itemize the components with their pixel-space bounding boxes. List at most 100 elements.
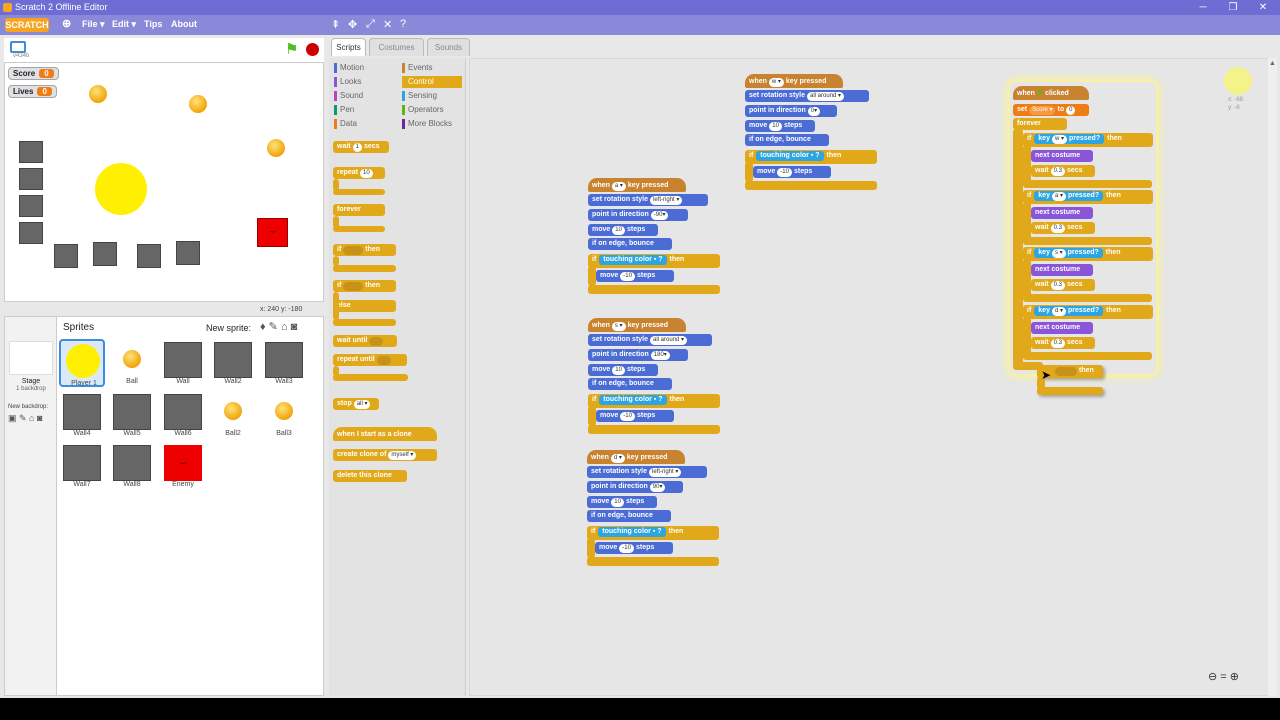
category-looks[interactable]: Looks [334, 76, 398, 88]
if-on-edge-bounce-block[interactable]: if on edge, bounce [588, 238, 672, 250]
zoom-out-icon[interactable]: ⊖ [1208, 671, 1217, 683]
new-sprite-tools-icons[interactable]: ♦ ✎ ⌂ ◙ [260, 320, 297, 333]
palette-repeat-block[interactable]: repeat 10 [333, 167, 385, 179]
category-more-blocks[interactable]: More Blocks [402, 118, 462, 130]
wall-sprite[interactable] [54, 244, 78, 268]
tab-scripts[interactable]: Scripts [331, 38, 366, 56]
set-rotation-style-block[interactable]: set rotation style all around ▾ [588, 334, 712, 346]
when-key-pressed-hat[interactable]: when w ▾ key pressed [745, 74, 843, 88]
category-data[interactable]: Data [334, 118, 398, 130]
category-sound[interactable]: Sound [334, 90, 398, 102]
menu-edit[interactable]: Edit ▾ [112, 19, 136, 30]
forever-block[interactable]: forever [1013, 118, 1067, 130]
move-steps-block[interactable]: move 10 steps [588, 364, 658, 376]
enemy-sprite[interactable]: ⌣ [257, 218, 288, 247]
scratch-logo[interactable]: SCRATCH [5, 18, 49, 32]
maximize-button[interactable]: ❐ [1218, 0, 1248, 15]
if-on-edge-bounce-block[interactable]: if on edge, bounce [745, 134, 829, 146]
green-flag-icon[interactable]: ⚑ [285, 40, 298, 58]
move-steps-block[interactable]: move -10 steps [596, 270, 674, 282]
when-key-pressed-hat[interactable]: when a ▾ key pressed [588, 178, 686, 192]
stop-sign-icon[interactable] [306, 43, 319, 56]
sprite-tile-enemy[interactable]: ⌣ Enemy [160, 442, 206, 490]
set-variable-block[interactable]: set Score ▾ to 0 [1013, 104, 1089, 116]
point-in-direction-block[interactable]: point in direction -90▾ [588, 209, 688, 221]
zoom-reset-icon[interactable]: = [1220, 671, 1226, 683]
sprite-tile-wall3[interactable]: Wall3 [261, 339, 307, 387]
wall-sprite[interactable] [19, 195, 43, 217]
category-operators[interactable]: Operators [402, 104, 462, 116]
palette-wait-block[interactable]: wait 1 secs [333, 141, 389, 153]
when-flag-clicked-hat[interactable]: when ⚑ clicked [1013, 86, 1089, 100]
sprite-tile-wall4[interactable]: Wall4 [59, 391, 105, 439]
fullscreen-icon[interactable] [10, 41, 26, 53]
move-steps-block[interactable]: move 10 steps [745, 120, 815, 132]
sprite-tile-wall8[interactable]: Wall8 [109, 442, 155, 490]
palette-if-else-block[interactable]: if then [333, 280, 396, 292]
sprite-tile-wall[interactable]: Wall [160, 339, 206, 387]
if-touching-color-block[interactable]: if touching color ▪ ? then [588, 254, 720, 268]
palette-create-clone-block[interactable]: create clone of myself ▾ [333, 449, 437, 461]
cut-icon[interactable]: ✥ [348, 18, 357, 31]
help-icon[interactable]: ? [400, 18, 406, 30]
if-touching-color-block[interactable]: if touching color ▪ ? then [587, 526, 719, 540]
wait-secs-block[interactable]: wait 0.3 secs [1031, 165, 1095, 177]
move-steps-block[interactable]: move 10 steps [588, 224, 658, 236]
duplicate-icon[interactable]: ⇞ [331, 18, 340, 31]
player-sprite[interactable] [95, 163, 147, 215]
palette-when-clone-block[interactable]: when I start as a clone [333, 427, 437, 441]
next-costume-block[interactable]: next costume [1031, 322, 1093, 334]
wall-sprite[interactable] [93, 242, 117, 266]
when-key-pressed-hat[interactable]: when s ▾ key pressed [588, 318, 686, 332]
if-on-edge-bounce-block[interactable]: if on edge, bounce [587, 510, 671, 522]
ball3-sprite[interactable] [267, 139, 285, 157]
wall-sprite[interactable] [19, 141, 43, 163]
sprite-tile-ball[interactable]: Ball [109, 339, 155, 387]
point-in-direction-block[interactable]: point in direction 90▾ [587, 481, 683, 493]
point-in-direction-block[interactable]: point in direction 0▾ [745, 105, 837, 117]
next-costume-block[interactable]: next costume [1031, 207, 1093, 219]
sprite-tile-wall6[interactable]: Wall6 [160, 391, 206, 439]
tab-sounds[interactable]: Sounds [427, 38, 470, 56]
move-steps-block[interactable]: move -10 steps [595, 542, 673, 554]
menu-file[interactable]: File ▾ [82, 19, 105, 30]
if-touching-color-block[interactable]: if touching color ▪ ? then [588, 394, 720, 408]
wall-sprite[interactable] [137, 244, 161, 268]
palette-stop-block[interactable]: stop all ▾ [333, 398, 379, 410]
globe-icon[interactable]: ⊕ [62, 17, 71, 30]
shrink-icon[interactable]: ✕ [383, 18, 392, 31]
palette-forever-block[interactable]: forever [333, 204, 385, 216]
category-motion[interactable]: Motion [334, 62, 398, 74]
wall-sprite[interactable] [19, 222, 43, 244]
if-key-pressed-block[interactable]: if key s ▾ pressed? then [1023, 247, 1153, 261]
next-costume-block[interactable]: next costume [1031, 264, 1093, 276]
move-steps-block[interactable]: move 10 steps [587, 496, 657, 508]
sprite-tile-wall2[interactable]: Wall2 [210, 339, 256, 387]
wall-sprite[interactable] [19, 168, 43, 190]
set-rotation-style-block[interactable]: set rotation style all around ▾ [745, 90, 869, 102]
menu-tips[interactable]: Tips [144, 19, 162, 29]
backdrop-tools-icons[interactable]: ▣ ✎ ⌂ ◙ [8, 413, 42, 424]
next-costume-block[interactable]: next costume [1031, 150, 1093, 162]
category-sensing[interactable]: Sensing [402, 90, 462, 102]
category-pen[interactable]: Pen [334, 104, 398, 116]
move-steps-block[interactable]: move -10 steps [753, 166, 831, 178]
palette-delete-clone-block[interactable]: delete this clone [333, 470, 407, 482]
palette-if-block[interactable]: if then [333, 244, 396, 256]
move-steps-block[interactable]: move -10 steps [596, 410, 674, 422]
sprite-tile-wall7[interactable]: Wall7 [59, 442, 105, 490]
close-button[interactable]: ✕ [1248, 0, 1278, 15]
tab-costumes[interactable]: Costumes [369, 38, 424, 56]
palette-repeat-until-block[interactable]: repeat until [333, 354, 407, 366]
sprite-tile-wall5[interactable]: Wall5 [109, 391, 155, 439]
if-on-edge-bounce-block[interactable]: if on edge, bounce [588, 378, 672, 390]
wait-secs-block[interactable]: wait 0.3 secs [1031, 337, 1095, 349]
category-control[interactable]: Control [402, 76, 462, 88]
wall-sprite[interactable] [176, 241, 200, 265]
when-key-pressed-hat[interactable]: when d ▾ key pressed [587, 450, 685, 464]
minimize-button[interactable]: ─ [1188, 0, 1218, 15]
grow-icon[interactable]: ⤢ [366, 18, 375, 31]
menu-about[interactable]: About [171, 19, 197, 29]
wait-secs-block[interactable]: wait 0.3 secs [1031, 279, 1095, 291]
set-rotation-style-block[interactable]: set rotation style left-right ▾ [588, 194, 708, 206]
